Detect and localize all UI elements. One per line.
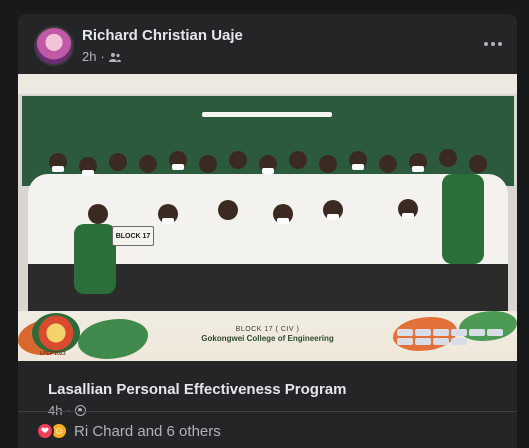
more-dots-icon [484,42,488,46]
block-sign: BLOCK 17 [112,226,154,246]
photo-caption-college: Gokongwei College of Engineering [201,334,334,343]
author-name[interactable]: Richard Christian Uaje [82,27,243,44]
shared-post-title[interactable]: Lasallian Personal Effectiveness Program [48,381,346,398]
author-avatar[interactable] [34,26,74,66]
shared-post-info[interactable]: Lasallian Personal Effectiveness Program… [18,361,517,421]
reactions-summary[interactable]: ❤ ☺ Ri Chard and 6 others [36,422,221,440]
reactions-text[interactable]: Ri Chard and 6 others [74,423,221,440]
lpep-logo [32,313,80,353]
love-icon: ❤ [36,422,54,440]
lpep-logo-text: LPEP 2023 [40,351,66,357]
post-header: Richard Christian Uaje 2h · [18,14,517,74]
ceiling [18,74,517,94]
post-time[interactable]: 2h [82,49,96,64]
more-options-button[interactable] [481,34,505,54]
post-photo[interactable]: BLOCK 17 LPEP 2023 BLOCK 17 ( CIV ) Goko… [18,74,517,361]
post-card: Richard Christian Uaje 2h · BLOCK 17 LPE… [18,14,517,448]
post-meta: 2h · [82,49,121,64]
divider [18,411,517,412]
photo-caption-block: BLOCK 17 ( CIV ) [235,326,300,333]
friends-icon [108,52,121,62]
reaction-icons: ❤ ☺ [36,422,68,440]
group-of-students [28,149,508,314]
